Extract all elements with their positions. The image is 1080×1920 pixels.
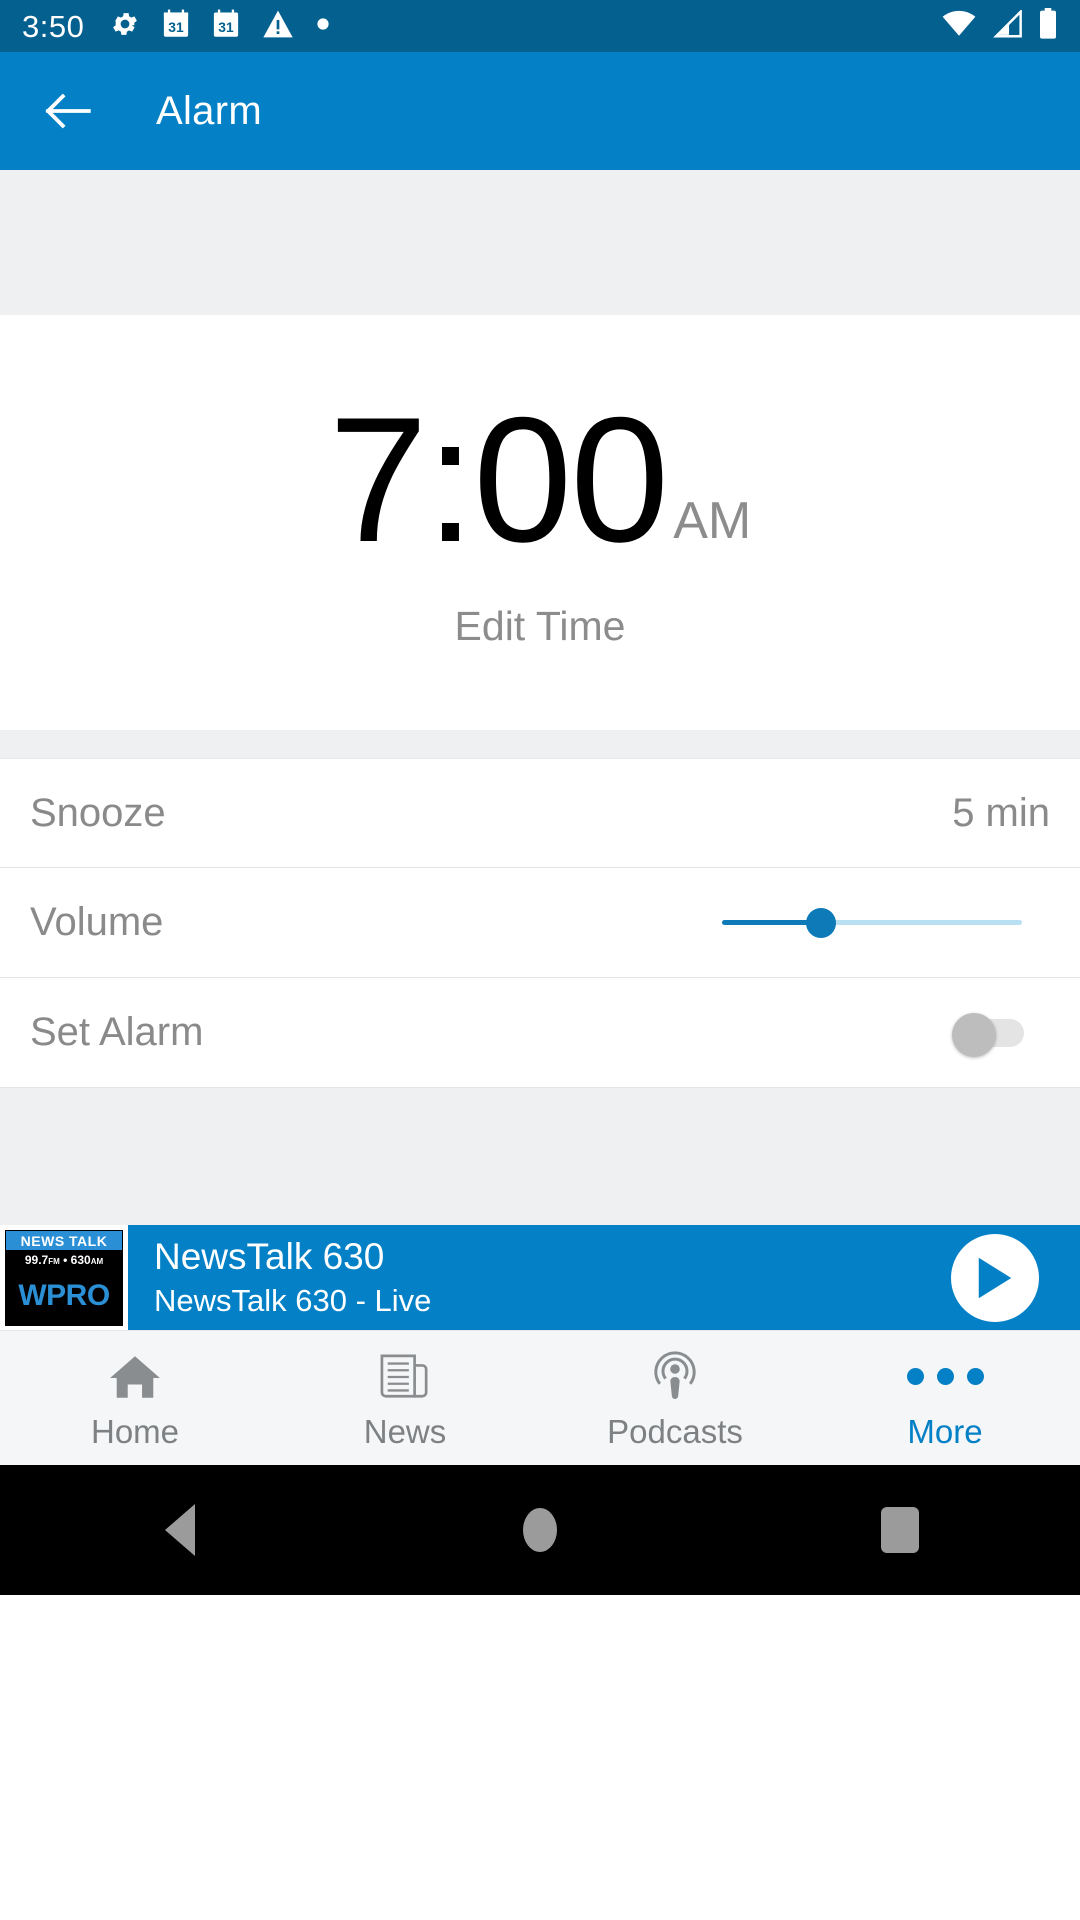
toggle-thumb[interactable] <box>952 1012 996 1057</box>
bottom-spacer <box>0 1088 1080 1225</box>
gear-icon <box>110 9 140 44</box>
ellipsis-dots <box>906 1368 984 1385</box>
status-notification-icons: 31 31 <box>110 9 330 44</box>
alarm-time: 7:00 <box>328 380 669 580</box>
wpro-call-letters: WPRO <box>18 1279 110 1312</box>
ellipsis-dot <box>966 1368 984 1385</box>
set-alarm-toggle[interactable] <box>952 1012 1026 1057</box>
set-alarm-row[interactable]: Set Alarm <box>0 978 1080 1088</box>
wifi-icon <box>942 10 976 43</box>
alarm-settings-list: Snooze 5 min Volume Set Alarm <box>0 758 1080 1088</box>
android-system-nav <box>0 1465 1080 1595</box>
back-button[interactable] <box>36 79 100 143</box>
nav-label-home: Home <box>90 1412 180 1450</box>
volume-slider[interactable] <box>722 903 1022 943</box>
home-icon <box>108 1349 162 1405</box>
snooze-value: 5 min <box>952 790 1050 835</box>
nav-item-home[interactable]: Home <box>0 1331 270 1465</box>
app-bar: Alarm <box>0 52 1080 170</box>
newspaper-icon <box>378 1349 432 1405</box>
svg-text:31: 31 <box>219 19 235 35</box>
ellipsis-dot <box>906 1368 924 1385</box>
home-circle-icon <box>523 1508 557 1552</box>
mini-player[interactable]: NEWS TALK 99.7FM • 630AM WPRO NewsTalk 6… <box>0 1225 1080 1330</box>
wpro-am-number: 630 <box>70 1252 91 1267</box>
nav-item-more[interactable]: More <box>810 1331 1080 1465</box>
section-divider-top <box>0 730 1080 758</box>
nav-item-podcasts[interactable]: Podcasts <box>540 1331 810 1465</box>
volume-label: Volume <box>30 900 164 944</box>
warning-triangle-icon <box>262 9 294 44</box>
system-back-button[interactable] <box>0 1504 360 1556</box>
calendar-31-icon: 31 <box>212 9 240 44</box>
battery-full-icon <box>1038 7 1058 45</box>
system-home-button[interactable] <box>360 1508 720 1552</box>
dot-icon <box>316 17 330 36</box>
alarm-time-block[interactable]: 7:00 AM Edit Time <box>0 315 1080 730</box>
play-button-circle <box>951 1233 1039 1322</box>
nav-label-podcasts: Podcasts <box>607 1412 743 1450</box>
podcast-icon <box>648 1349 702 1405</box>
wpro-fm-unit: FM <box>48 1256 60 1266</box>
wpro-fm-number: 99.7 <box>24 1252 49 1267</box>
page-title: Alarm <box>156 88 262 133</box>
snooze-row[interactable]: Snooze 5 min <box>0 758 1080 868</box>
player-title: NewsTalk 630 <box>154 1236 385 1278</box>
recents-square-icon <box>881 1507 919 1553</box>
status-bar: 3:50 31 31 <box>0 0 1080 52</box>
bottom-navigation: Home News Podcasts More <box>0 1330 1080 1465</box>
wpro-am-unit: AM <box>90 1256 104 1266</box>
arrow-left-icon <box>45 93 91 129</box>
wpro-sep: • <box>63 1252 68 1267</box>
wpro-logo-frequencies: 99.7FM • 630AM <box>6 1250 122 1268</box>
back-triangle-icon <box>165 1504 195 1556</box>
nav-label-news: News <box>363 1412 447 1450</box>
station-artwork: NEWS TALK 99.7FM • 630AM WPRO <box>0 1225 128 1330</box>
calendar-31-icon: 31 <box>162 9 190 44</box>
top-spacer <box>0 170 1080 315</box>
system-recents-button[interactable] <box>720 1507 1080 1553</box>
cellular-no-signal-icon <box>992 8 1022 43</box>
nav-label-more: More <box>907 1412 983 1450</box>
svg-text:31: 31 <box>169 19 185 35</box>
alarm-meridiem: AM <box>673 491 752 550</box>
ellipsis-icon <box>906 1349 984 1405</box>
phone-screen: 3:50 31 31 Alarm 7:00 AM Edit Time Snooz… <box>0 0 1080 1920</box>
status-system-icons <box>942 7 1058 45</box>
volume-row[interactable]: Volume <box>0 868 1080 978</box>
set-alarm-label: Set Alarm <box>30 1010 204 1054</box>
status-clock: 3:50 <box>22 8 85 44</box>
ellipsis-dot <box>936 1368 954 1385</box>
snooze-label: Snooze <box>30 790 166 835</box>
nav-item-news[interactable]: News <box>270 1331 540 1465</box>
alarm-time-row: 7:00 AM <box>328 380 752 580</box>
play-icon <box>978 1257 1012 1298</box>
play-button[interactable] <box>910 1225 1080 1330</box>
wpro-logo: NEWS TALK 99.7FM • 630AM WPRO <box>5 1229 123 1326</box>
wpro-logo-tagline: NEWS TALK <box>6 1230 122 1250</box>
volume-slider-thumb[interactable] <box>806 907 836 938</box>
edit-time-button[interactable]: Edit Time <box>455 603 626 650</box>
player-metadata[interactable]: NewsTalk 630 NewsTalk 630 - Live <box>128 1225 910 1330</box>
player-subtitle: NewsTalk 630 - Live <box>154 1283 432 1319</box>
